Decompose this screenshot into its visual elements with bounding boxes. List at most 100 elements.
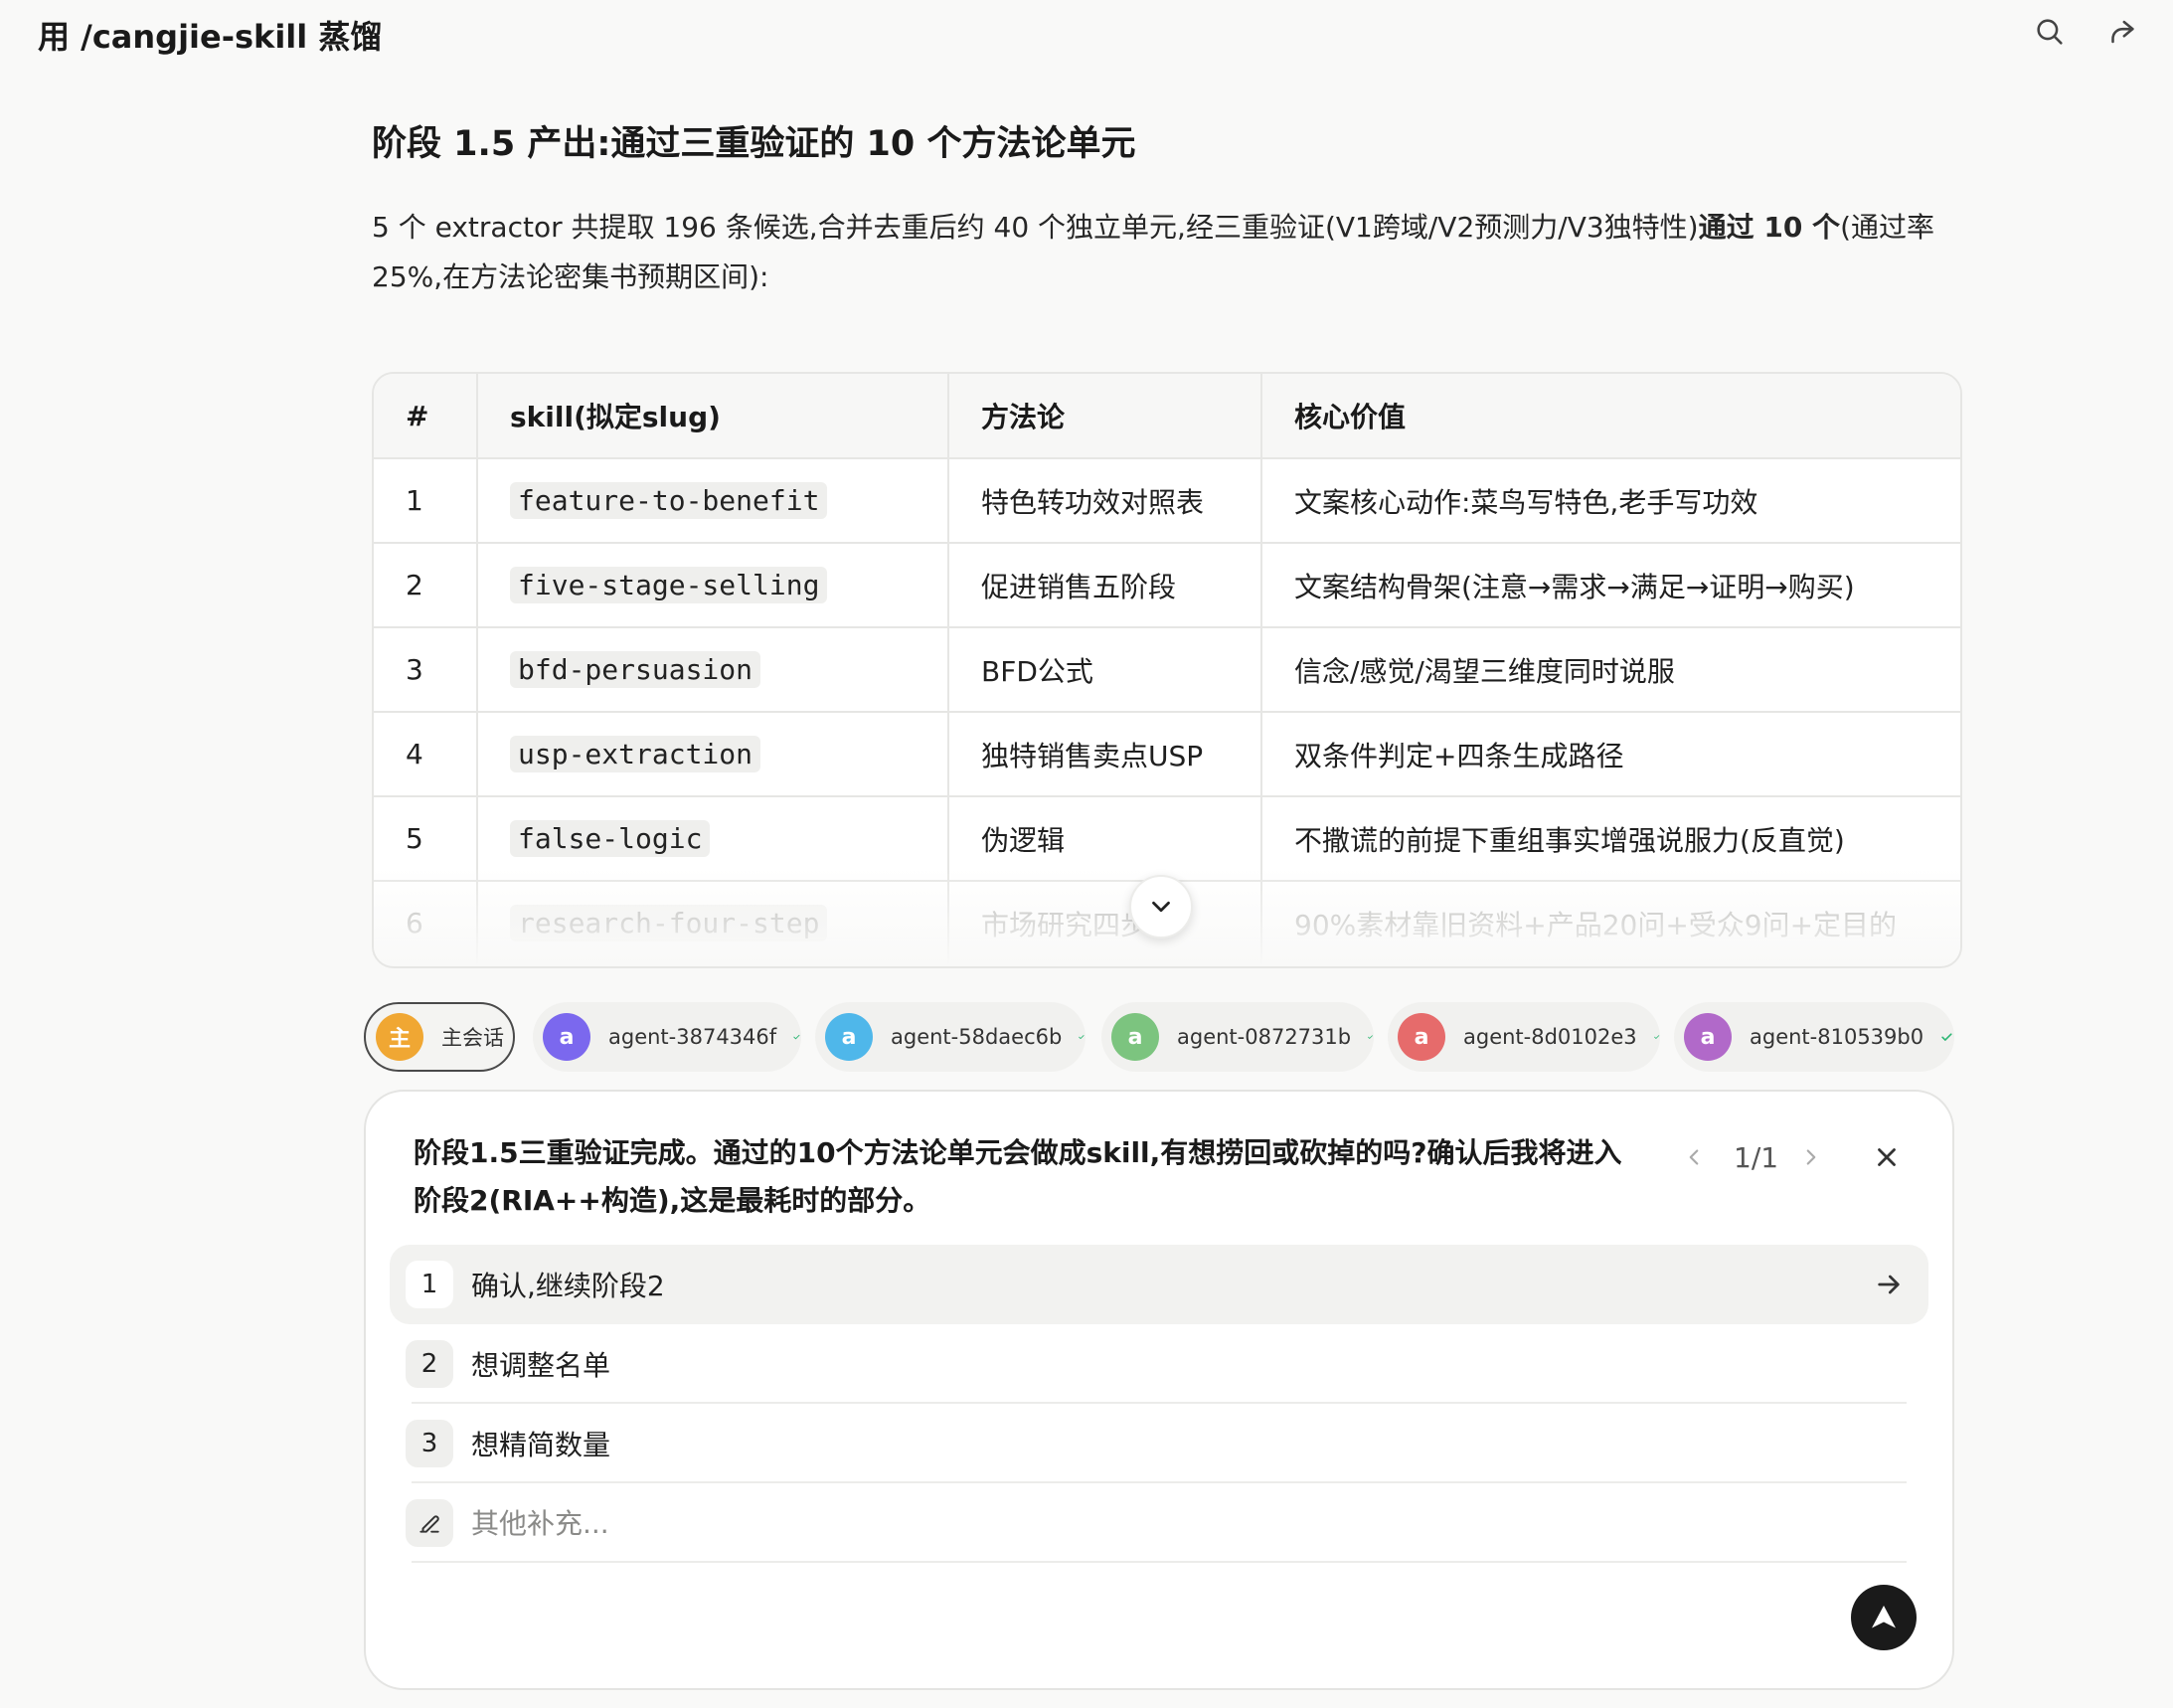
table-header-method: 方法论 (948, 374, 1262, 459)
option-reduce-count[interactable]: 3 想精简数量 (390, 1404, 1928, 1483)
row-slug-cell: feature-to-benefit (477, 458, 949, 544)
option-confirm-continue[interactable]: 1 确认,继续阶段2 (390, 1245, 1928, 1324)
agent-tab[interactable]: a agent-0872731b (1101, 1002, 1374, 1072)
table-row: 1 feature-to-benefit 特色转功效对照表 文案核心动作:菜鸟写… (374, 458, 1960, 544)
row-slug-cell: bfd-persuasion (477, 627, 949, 713)
row-slug-cell: five-stage-selling (477, 543, 949, 628)
option-divider (412, 1561, 1907, 1563)
pager-indicator: 1/1 (1734, 1141, 1779, 1174)
check-icon (1079, 1035, 1085, 1040)
option-adjust-list[interactable]: 2 想调整名单 (390, 1324, 1928, 1404)
row-slug-cell: usp-extraction (477, 712, 949, 797)
agent-tab[interactable]: a agent-3874346f (533, 1002, 801, 1072)
agent-tab-label: agent-58daec6b (891, 1025, 1063, 1049)
row-num: 2 (374, 543, 478, 628)
other-supplement-input[interactable] (471, 1506, 1763, 1540)
agent-tab-bar: 主 主会话 a agent-3874346f a agent-58daec6b … (364, 1002, 1954, 1072)
option-label: 确认,继续阶段2 (471, 1270, 665, 1302)
agent-tab[interactable]: a agent-58daec6b (815, 1002, 1086, 1072)
pager-prev-button[interactable] (1674, 1137, 1714, 1177)
option-edit-badge (406, 1499, 453, 1547)
avatar: a (825, 1013, 873, 1061)
option-other[interactable] (390, 1483, 1928, 1563)
search-icon (2037, 19, 2063, 45)
row-slug-cell: false-logic (477, 796, 949, 882)
agent-tab[interactable]: a agent-810539b0 (1674, 1002, 1954, 1072)
agent-tab-label: 主会话 (441, 1026, 504, 1050)
row-value: 文案核心动作:菜鸟写特色,老手写功效 (1261, 458, 1960, 544)
agent-tab-label: agent-3874346f (608, 1025, 777, 1049)
avatar: 主 (376, 1013, 423, 1061)
row-num: 6 (374, 881, 478, 966)
check-icon (793, 1034, 800, 1040)
row-value: 文案结构骨架(注意→需求→满足→证明→购买) (1261, 543, 1960, 628)
check-icon (1368, 1035, 1373, 1039)
check-icon (1941, 1033, 1952, 1041)
paragraph-text-prefix: 5 个 extractor 共提取 196 条候选,合并去重后约 40 个独立单… (372, 211, 1699, 244)
section-heading: 阶段 1.5 产出:通过三重验证的 10 个方法论单元 (372, 124, 1136, 164)
row-method: 促进销售五阶段 (948, 543, 1262, 628)
table-header-value: 核心价值 (1261, 374, 1960, 459)
row-num: 4 (374, 712, 478, 797)
row-slug: research-four-step (510, 905, 828, 941)
check-icon (1653, 1035, 1659, 1039)
chevron-down-icon (1152, 901, 1170, 913)
question-card: 阶段1.5三重验证完成。通过的10个方法论单元会做成skill,有想捞回或砍掉的… (364, 1090, 1954, 1690)
arrow-right-icon (1878, 1275, 1900, 1294)
row-method: 独特销售卖点USP (948, 712, 1262, 797)
agent-tab-label: agent-8d0102e3 (1463, 1025, 1637, 1049)
paragraph-bold-text: 通过 10 个 (1698, 211, 1841, 244)
row-slug-cell: research-four-step (477, 881, 949, 966)
table-header-row: # skill(拟定slug) 方法论 核心价值 (374, 374, 1960, 459)
row-slug: usp-extraction (510, 736, 761, 772)
close-button[interactable] (1867, 1137, 1907, 1177)
agent-tab-label: agent-810539b0 (1750, 1025, 1924, 1049)
conversation-title: 用 /cangjie-skill 蒸馏 (38, 18, 383, 56)
row-num: 3 (374, 627, 478, 713)
row-slug: five-stage-selling (510, 567, 828, 603)
option-number: 2 (406, 1340, 453, 1388)
pager-next-button[interactable] (1791, 1137, 1831, 1177)
row-method: 特色转功效对照表 (948, 458, 1262, 544)
table-row: 3 bfd-persuasion BFD公式 信念/感觉/渴望三维度同时说服 (374, 627, 1960, 713)
avatar: a (1398, 1013, 1445, 1061)
row-method: 伪逻辑 (948, 796, 1262, 882)
row-method: BFD公式 (948, 627, 1262, 713)
option-number: 1 (406, 1261, 453, 1308)
send-arrow-icon (1872, 1606, 1896, 1628)
row-slug: bfd-persuasion (510, 651, 761, 688)
row-slug: feature-to-benefit (510, 482, 828, 519)
chevron-left-icon (1689, 1149, 1699, 1165)
question-text: 阶段1.5三重验证完成。通过的10个方法论单元会做成skill,有想捞回或砍掉的… (414, 1136, 1622, 1217)
pencil-icon (419, 1515, 439, 1533)
table-row: 2 five-stage-selling 促进销售五阶段 文案结构骨架(注意→需… (374, 543, 1960, 628)
agent-tab-main-session[interactable]: 主 主会话 (364, 1002, 515, 1072)
row-num: 5 (374, 796, 478, 882)
avatar: a (543, 1013, 590, 1061)
avatar: a (1111, 1013, 1159, 1061)
top-bar: 用 /cangjie-skill 蒸馏 (0, 0, 2173, 70)
chevron-right-icon (1806, 1149, 1816, 1165)
table-header-num: # (374, 374, 478, 459)
send-button[interactable] (1851, 1585, 1917, 1650)
row-num: 1 (374, 458, 478, 544)
table-header-skill: skill(拟定slug) (477, 374, 949, 459)
scroll-down-button[interactable] (1129, 875, 1193, 939)
avatar: a (1684, 1013, 1732, 1061)
table-row: 5 false-logic 伪逻辑 不撒谎的前提下重组事实增强说服力(反直觉) (374, 796, 1960, 882)
row-slug: false-logic (510, 820, 711, 857)
share-button[interactable] (2097, 8, 2145, 56)
close-icon (1878, 1148, 1896, 1166)
row-value: 90%素材靠旧资料+产品20问+受众9问+定目的 (1261, 881, 1960, 966)
row-method: 市场研究四步 (948, 881, 1262, 966)
row-value: 双条件判定+四条生成路径 (1261, 712, 1960, 797)
table-row: 4 usp-extraction 独特销售卖点USP 双条件判定+四条生成路径 (374, 712, 1960, 797)
search-button[interactable] (2026, 8, 2074, 56)
option-label: 想调整名单 (471, 1349, 611, 1382)
row-value: 信念/感觉/渴望三维度同时说服 (1261, 627, 1960, 713)
row-value: 不撒谎的前提下重组事实增强说服力(反直觉) (1261, 796, 1960, 882)
agent-tab-label: agent-0872731b (1177, 1025, 1352, 1049)
agent-tab[interactable]: a agent-8d0102e3 (1388, 1002, 1660, 1072)
option-label: 想精简数量 (471, 1429, 611, 1461)
option-number: 3 (406, 1420, 453, 1467)
